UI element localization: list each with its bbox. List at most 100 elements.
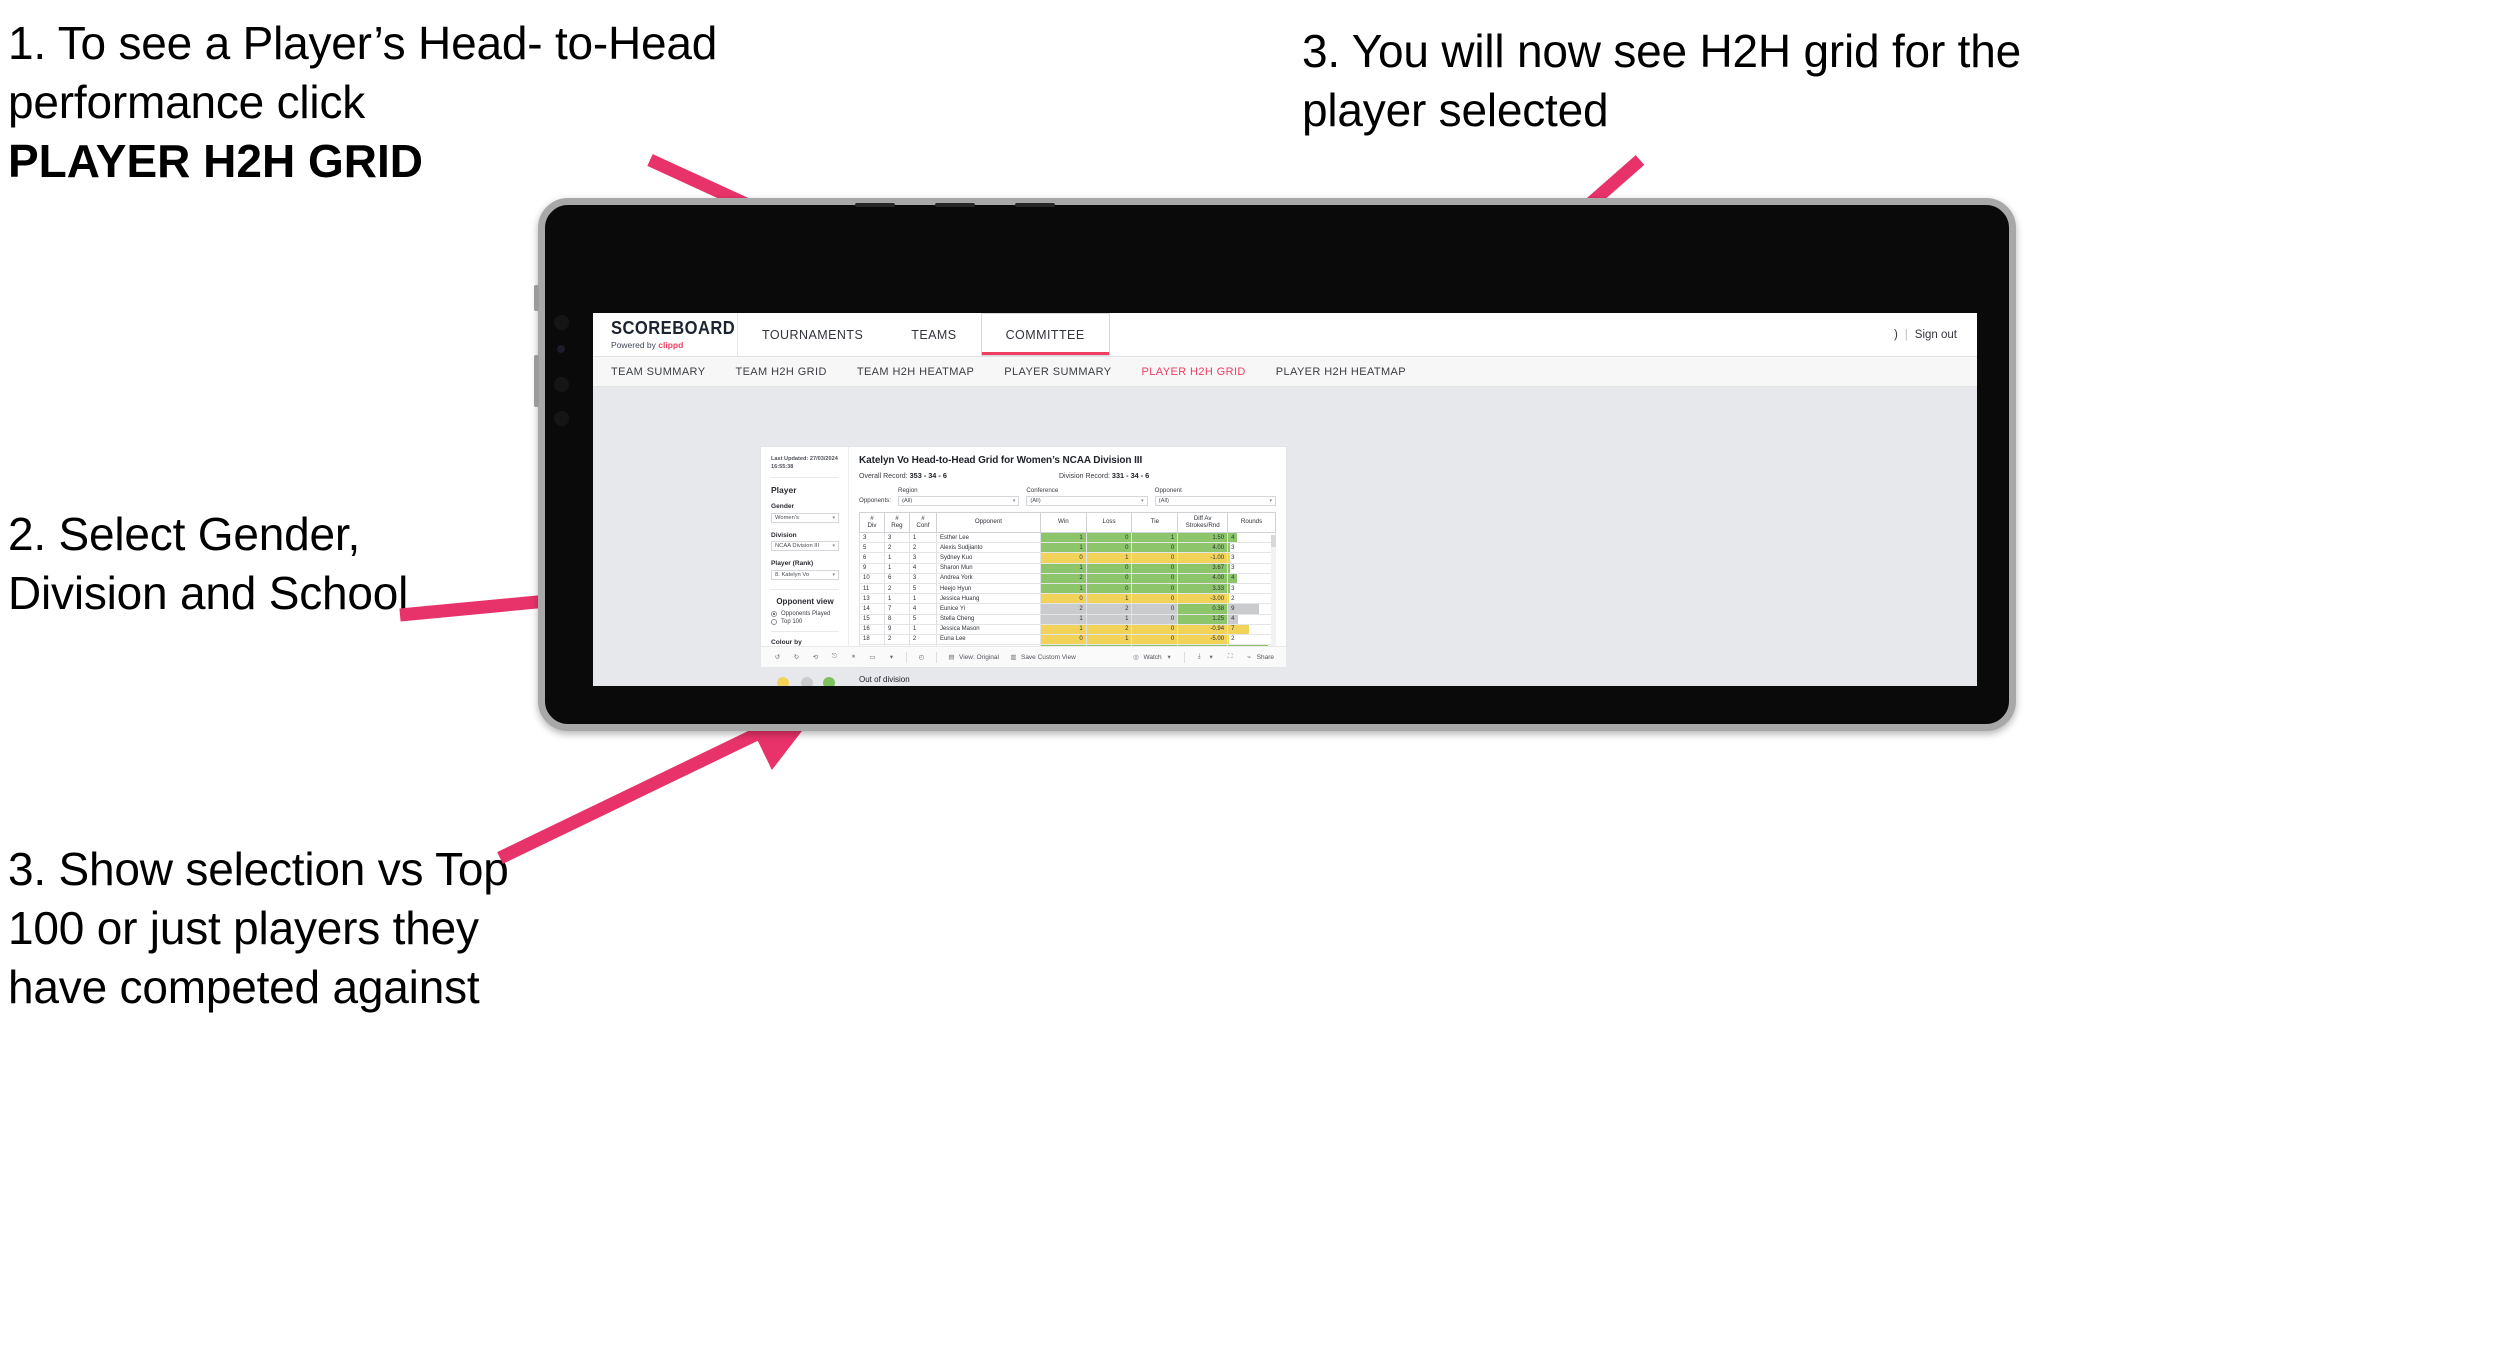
cell-win[interactable]: 0	[1039, 634, 1087, 646]
cell-tie[interactable]: 0	[1131, 603, 1179, 615]
cell-div[interactable]: 16	[859, 624, 885, 635]
cell-reg[interactable]: 6	[883, 573, 910, 584]
cell-rounds[interactable]: 2	[1227, 634, 1276, 646]
cell-div[interactable]: 14	[859, 603, 885, 615]
cell-rounds[interactable]: 9	[1227, 603, 1276, 615]
table-row[interactable]: 11 2 5 Heejo Hyun 1 0 0 3.33 3	[859, 583, 1276, 595]
cell-tie[interactable]: 0	[1131, 573, 1179, 584]
cell-rounds[interactable]: 7	[1227, 624, 1276, 635]
cell-tie[interactable]: 1	[1131, 532, 1179, 544]
nav-tournaments[interactable]: TOURNAMENTS	[738, 313, 887, 356]
cell-win[interactable]: 1	[1039, 583, 1087, 595]
cell-opponent[interactable]: Sydney Kuo	[935, 552, 1041, 564]
table-col-header-6[interactable]: Tie	[1131, 511, 1179, 533]
cell-win[interactable]: 1	[1039, 532, 1087, 544]
cell-diff-av[interactable]: -5.00	[1177, 634, 1229, 646]
table-col-header-3[interactable]: Opponent	[935, 511, 1041, 533]
view-original-button[interactable]: ▤ View: Original	[947, 653, 999, 662]
refresh-data-icon[interactable]: ⎋	[830, 653, 839, 662]
cell-opponent[interactable]: Eunice Yi	[935, 603, 1041, 615]
table-row[interactable]: 13 1 1 Jessica Huang 0 1 0 -3.00 2	[859, 593, 1276, 605]
cell-rounds[interactable]: 3	[1227, 542, 1276, 554]
table-col-header-8[interactable]: Rounds	[1227, 511, 1276, 533]
cell-conf[interactable]: 5	[908, 614, 937, 625]
cell-loss[interactable]: 1	[1085, 614, 1133, 625]
cell-win[interactable]: 0	[1039, 552, 1087, 564]
cell-win[interactable]: 0	[1039, 593, 1087, 605]
device-layout-icon[interactable]: ▭	[868, 653, 877, 662]
cell-loss[interactable]: 0	[1085, 532, 1133, 544]
cell-rounds[interactable]: 2	[1227, 593, 1276, 605]
cell-loss[interactable]: 1	[1085, 593, 1133, 605]
table-row[interactable]: 3 3 1 Esther Lee 1 0 1 1.50 4	[859, 532, 1276, 544]
cell-div[interactable]: 9	[859, 563, 885, 574]
download-button[interactable]: ⤓ ▾	[1195, 653, 1216, 662]
pause-updates-icon[interactable]: ⏸	[849, 653, 858, 662]
cell-conf[interactable]: 5	[908, 583, 937, 595]
cell-reg[interactable]: 1	[883, 552, 910, 564]
cell-reg[interactable]: 7	[883, 603, 910, 615]
cell-reg[interactable]: 9	[883, 624, 910, 635]
subnav-player-h2h-heatmap[interactable]: PLAYER H2H HEATMAP	[1276, 366, 1406, 378]
cell-tie[interactable]: 0	[1131, 593, 1179, 605]
table-row[interactable]: 15 8 5 Stella Cheng 1 1 0 1.25 4	[859, 614, 1276, 625]
cell-div[interactable]: 10	[859, 573, 885, 584]
cell-loss[interactable]: 1	[1085, 634, 1133, 646]
cell-win[interactable]: 2	[1039, 573, 1087, 584]
cell-win[interactable]: 1	[1039, 614, 1087, 625]
cell-opponent[interactable]: Euna Lee	[935, 634, 1041, 646]
radio-opponents-played[interactable]: Opponents Played	[771, 610, 839, 617]
nav-committee[interactable]: COMMITTEE	[980, 313, 1110, 356]
cell-div[interactable]: 13	[859, 593, 885, 605]
cell-div[interactable]: 15	[859, 614, 885, 625]
table-col-header-5[interactable]: Loss	[1085, 511, 1133, 533]
cell-conf[interactable]: 4	[908, 603, 937, 615]
cell-rounds[interactable]: 4	[1227, 532, 1276, 544]
cell-opponent[interactable]: Heejo Hyun	[935, 583, 1041, 595]
cell-conf[interactable]: 4	[908, 563, 937, 574]
table-col-header-1[interactable]: # Reg	[883, 511, 910, 533]
cell-loss[interactable]: 0	[1085, 542, 1133, 554]
cell-loss[interactable]: 2	[1085, 624, 1133, 635]
revert-icon[interactable]: ⟲	[811, 653, 820, 662]
cell-reg[interactable]: 2	[883, 583, 910, 595]
cell-reg[interactable]: 8	[883, 614, 910, 625]
cell-win[interactable]: 1	[1039, 563, 1087, 574]
cell-rounds[interactable]: 3	[1227, 552, 1276, 564]
cell-rounds[interactable]: 4	[1227, 614, 1276, 625]
cell-tie[interactable]: 0	[1131, 552, 1179, 564]
cell-rounds[interactable]: 3	[1227, 583, 1276, 595]
cell-tie[interactable]: 0	[1131, 634, 1179, 646]
cell-reg[interactable]: 2	[883, 542, 910, 554]
cell-opponent[interactable]: Alexis Sudjianto	[935, 542, 1041, 554]
cell-opponent[interactable]: Esther Lee	[935, 532, 1041, 544]
cell-opponent[interactable]: Jessica Mason	[935, 624, 1041, 635]
cell-div[interactable]: 6	[859, 552, 885, 564]
cell-reg[interactable]: 3	[883, 532, 910, 544]
subnav-team-h2h-grid[interactable]: TEAM H2H GRID	[735, 366, 826, 378]
cell-diff-av[interactable]: 1.25	[1177, 614, 1229, 625]
cell-diff-av[interactable]: -1.00	[1177, 552, 1229, 564]
table-row[interactable]: 6 1 3 Sydney Kuo 0 1 0 -1.00 3	[859, 552, 1276, 564]
player-rank-select[interactable]: 8. Katelyn Vo ▾	[771, 569, 839, 580]
cell-diff-av[interactable]: 4.00	[1177, 573, 1229, 584]
cell-tie[interactable]: 0	[1131, 583, 1179, 595]
cell-div[interactable]: 18	[859, 634, 885, 646]
scrollbar-thumb[interactable]	[1271, 535, 1276, 547]
cell-conf[interactable]: 1	[908, 532, 937, 544]
cell-loss[interactable]: 0	[1085, 583, 1133, 595]
cell-opponent[interactable]: Sharon Mun	[935, 563, 1041, 574]
cell-conf[interactable]: 2	[908, 542, 937, 554]
cell-loss[interactable]: 1	[1085, 552, 1133, 564]
cell-conf[interactable]: 3	[908, 552, 937, 564]
cell-conf[interactable]: 2	[908, 634, 937, 646]
save-custom-view-button[interactable]: ▥ Save Custom View	[1009, 653, 1075, 662]
cell-win[interactable]: 1	[1039, 542, 1087, 554]
subnav-team-h2h-heatmap[interactable]: TEAM H2H HEATMAP	[857, 366, 974, 378]
opponent-select[interactable]: (All) ▾	[1154, 495, 1276, 506]
nav-teams[interactable]: TEAMS	[887, 313, 980, 356]
cell-reg[interactable]: 1	[883, 593, 910, 605]
cell-diff-av[interactable]: 4.00	[1177, 542, 1229, 554]
cell-win[interactable]: 1	[1039, 624, 1087, 635]
cell-diff-av[interactable]: 3.67	[1177, 563, 1229, 574]
